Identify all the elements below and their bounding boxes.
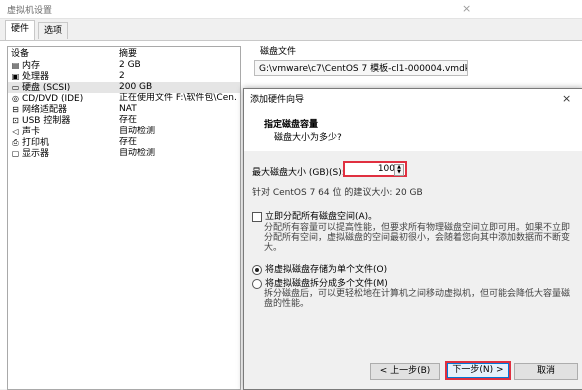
outer-title-bar: 虚拟机设置 × xyxy=(0,0,582,19)
device-name-text: 处理器 xyxy=(22,72,50,82)
allocate-now-checkbox[interactable]: 立即分配所有磁盘空间(A)。 xyxy=(252,209,377,222)
device-name-text: USB 控制器 xyxy=(22,116,71,126)
cpu-icon: ▣ xyxy=(11,72,20,81)
disk-file-path: G:\vmware\c7\CentOS 7 模板-cl1-000004.vmdk xyxy=(254,60,468,76)
radio-unselected-icon[interactable] xyxy=(252,278,262,289)
device-row[interactable]: ▣ 处理器 2 xyxy=(8,71,240,82)
speaker-icon: ◁ xyxy=(12,127,19,136)
wizard-title: 添加硬件向导 xyxy=(250,95,305,105)
next-button-label: 下一步(N) > xyxy=(447,363,509,378)
device-summary: 存在 xyxy=(119,137,138,147)
checkbox-box[interactable] xyxy=(252,211,262,222)
allocate-description: 分配所有容量可以提高性能，但要求所有物理磁盘空间立即可用。如果不立即分配所有空间… xyxy=(264,223,571,253)
device-summary: 正在使用文件 F:\软件包\Cen... xyxy=(119,93,237,103)
device-summary: 2 xyxy=(119,71,125,81)
device-row[interactable]: ⊡ USB 控制器 存在 xyxy=(8,115,240,126)
summary-column-header: 摘要 xyxy=(119,49,138,59)
device-summary: 200 GB xyxy=(119,82,153,92)
disk-file-label: 磁盘文件 xyxy=(258,44,299,57)
allocate-now-label: 立即分配所有磁盘空间(A)。 xyxy=(265,212,378,222)
cancel-button[interactable]: 取消 xyxy=(514,363,578,380)
device-name-text: 硬盘 (SCSI) xyxy=(22,83,71,93)
device-row[interactable]: ⎙ 打印机 存在 xyxy=(8,137,240,148)
device-row[interactable]: ⊟ 网络适配器 NAT xyxy=(8,104,240,115)
split-description: 拆分磁盘后，可以更轻松地在计算机之间移动虚拟机，但可能会降低大容量磁盘的性能。 xyxy=(264,289,571,309)
device-summary: 自动检测 xyxy=(119,126,156,136)
device-name: ▢ 显示器 xyxy=(11,148,49,160)
device-summary: 自动检测 xyxy=(119,148,156,158)
device-row[interactable]: ◁ 声卡 自动检测 xyxy=(8,126,240,137)
monitor-icon: ▢ xyxy=(11,149,20,158)
device-summary: 2 GB xyxy=(119,60,141,70)
printer-icon: ⎙ xyxy=(12,138,19,147)
tab-options[interactable]: 选项 xyxy=(38,22,69,39)
single-file-label: 将虚拟磁盘存储为单个文件(O) xyxy=(265,265,388,275)
device-name-text: 网络适配器 xyxy=(22,105,68,115)
wizard-body: 最大磁盘大小 (GB)(S): ▲▼ 针对 CentOS 7 64 位 的建议大… xyxy=(244,151,582,351)
device-row[interactable]: ▢ 显示器 自动检测 xyxy=(8,148,240,159)
disk-size-label: 最大磁盘大小 (GB)(S): xyxy=(252,168,345,178)
device-list: 设备 摘要 ▤ 内存 2 GB ▣ 处理器 2 ▭ 硬盘 (SCSI) 200 GB ◎ CD/DV… xyxy=(7,46,241,390)
cd-icon: ◎ xyxy=(12,94,19,103)
outer-window-title: 虚拟机设置 xyxy=(7,6,53,16)
wizard-subheading: 磁盘大小为多少? xyxy=(274,133,342,143)
outer-close-icon[interactable]: × xyxy=(462,2,471,15)
next-button[interactable]: 下一步(N) > xyxy=(445,361,511,380)
wizard-header: 指定磁盘容量 磁盘大小为多少? xyxy=(244,111,582,152)
split-files-label: 将虚拟磁盘拆分成多个文件(M) xyxy=(265,279,388,289)
device-row[interactable]: ▭ 硬盘 (SCSI) 200 GB xyxy=(8,82,240,93)
device-name-text: 打印机 xyxy=(22,138,50,148)
device-name-text: CD/DVD (IDE) xyxy=(22,94,84,104)
tab-hardware[interactable]: 硬件 xyxy=(5,20,36,40)
recommended-size-text: 针对 CentOS 7 64 位 的建议大小: 20 GB xyxy=(252,188,423,198)
single-file-radio[interactable]: 将虚拟磁盘存储为单个文件(O) xyxy=(252,262,387,275)
device-name-text: 内存 xyxy=(22,61,41,71)
device-name-text: 声卡 xyxy=(22,127,41,137)
hdd-icon: ▭ xyxy=(11,83,20,92)
radio-selected-icon[interactable] xyxy=(252,264,262,275)
device-column-header: 设备 xyxy=(11,49,30,59)
disk-size-stepper[interactable]: ▲▼ xyxy=(343,161,407,177)
device-row[interactable]: ▤ 内存 2 GB xyxy=(8,60,240,71)
memory-icon: ▤ xyxy=(11,61,20,70)
wizard-heading: 指定磁盘容量 xyxy=(264,120,319,130)
device-name-text: 显示器 xyxy=(22,149,50,159)
device-summary: NAT xyxy=(119,104,137,114)
wizard-close-icon[interactable]: × xyxy=(562,92,571,105)
usb-icon: ⊡ xyxy=(12,116,19,125)
wizard-title-bar: 添加硬件向导 xyxy=(244,89,582,111)
network-icon: ⊟ xyxy=(12,105,19,114)
device-summary: 存在 xyxy=(119,115,138,125)
spin-arrows-icon[interactable]: ▲ ▼ xyxy=(394,164,404,176)
add-hardware-wizard: 添加硬件向导 × 指定磁盘容量 磁盘大小为多少? 最大磁盘大小 (GB)(S):… xyxy=(243,88,582,390)
disk-size-input[interactable] xyxy=(345,163,397,175)
wizard-footer: < 上一步(B) 下一步(N) > 取消 xyxy=(244,351,582,389)
split-files-radio[interactable]: 将虚拟磁盘拆分成多个文件(M) xyxy=(252,276,388,289)
back-button[interactable]: < 上一步(B) xyxy=(370,363,440,380)
device-row[interactable]: ◎ CD/DVD (IDE) 正在使用文件 F:\软件包\Cen... xyxy=(8,93,240,104)
tab-bar: 硬件 选项 xyxy=(0,18,582,40)
